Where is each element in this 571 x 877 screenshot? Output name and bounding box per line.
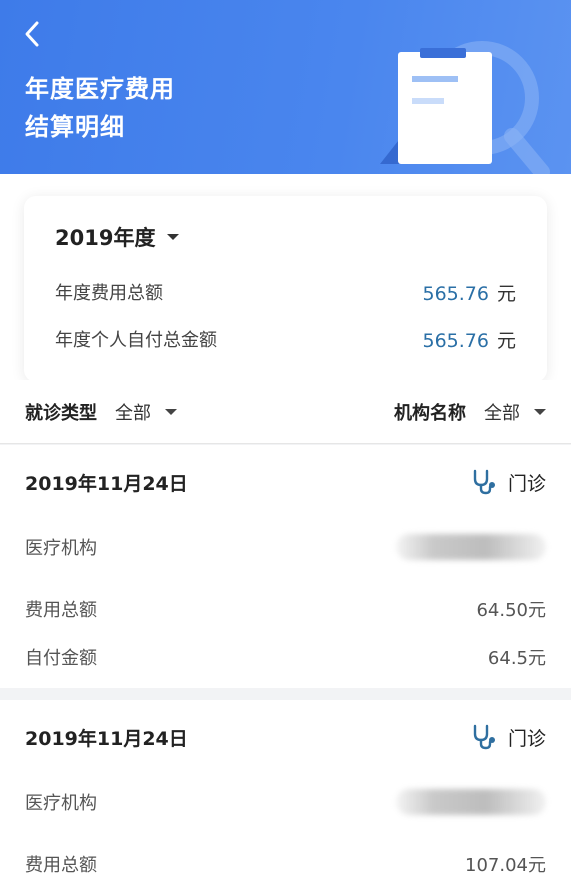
visit-type-filter-label: 就诊类型 [25, 402, 97, 424]
chevron-left-icon [25, 21, 39, 47]
visit-type-dropdown-value: 全部 [115, 402, 151, 424]
institution-dropdown-value: 全部 [484, 402, 520, 424]
visit-type-tag: 门诊 [470, 468, 546, 496]
institution-label: 医疗机构 [25, 538, 97, 559]
institution-label: 医疗机构 [25, 793, 97, 814]
record-total-value: 107.04元 [465, 855, 546, 876]
record-header: 2019年11月24日 门诊 [25, 445, 546, 519]
caret-down-icon [167, 234, 180, 240]
institution-name-redacted [396, 534, 546, 560]
annual-self-pay-value: 565.76 元 [423, 326, 517, 353]
record-self-pay-label: 自付金额 [25, 648, 97, 669]
page-header: 年度医疗费用 结算明细 [0, 0, 571, 174]
institution-name-redacted [396, 789, 546, 815]
record-date: 2019年11月24日 [25, 472, 188, 495]
institution-dropdown[interactable]: 全部 [484, 399, 546, 425]
visit-type-tag: 门诊 [470, 723, 546, 751]
record-self-pay-value: 64.5元 [487, 648, 546, 669]
institution-filter: 机构名称 全部 [394, 399, 546, 425]
annual-total-label: 年度费用总额 [55, 283, 163, 304]
record-card[interactable]: 2019年11月24日 门诊 医疗机构 费用总额 107.04元 [0, 700, 571, 877]
year-label: 2019年度 [55, 226, 156, 250]
record-institution-row: 医疗机构 [25, 774, 546, 830]
document-search-illustration [380, 41, 550, 174]
record-total-row: 费用总额 64.50元 [25, 585, 546, 633]
annual-total-row: 年度费用总额 565.76 元 [55, 278, 516, 306]
record-total-row: 费用总额 107.04元 [25, 840, 546, 877]
record-total-label: 费用总额 [25, 600, 97, 621]
record-institution-row: 医疗机构 [25, 519, 546, 575]
title-line-1: 年度医疗费用 [25, 75, 175, 103]
annual-total-value: 565.76 元 [423, 279, 517, 306]
back-button[interactable] [14, 16, 50, 52]
record-header: 2019年11月24日 门诊 [25, 700, 546, 774]
annual-self-pay-amount: 565.76 [422, 329, 489, 352]
stethoscope-icon [473, 469, 495, 495]
year-selector[interactable]: 2019年度 [55, 222, 180, 252]
visit-type-dropdown[interactable]: 全部 [115, 399, 177, 425]
visit-type-label: 门诊 [507, 727, 546, 750]
title-line-2: 结算明细 [25, 113, 125, 141]
record-total-value: 64.50元 [476, 600, 546, 621]
record-self-pay-row: 自付金额 64.5元 [25, 633, 546, 681]
annual-total-amount: 565.76 [422, 282, 489, 305]
summary-card: 2019年度 年度费用总额 565.76 元 年度个人自付总金额 565.76 元 [24, 196, 547, 382]
annual-self-pay-unit: 元 [496, 329, 516, 352]
institution-filter-label: 机构名称 [394, 402, 466, 424]
annual-self-pay-row: 年度个人自付总金额 565.76 元 [55, 325, 516, 353]
record-date: 2019年11月24日 [25, 727, 188, 750]
filter-bar: 就诊类型 全部 机构名称 全部 [0, 380, 571, 444]
page-title: 年度医疗费用 结算明细 [25, 70, 175, 146]
caret-down-icon [534, 408, 546, 415]
caret-down-icon [165, 408, 177, 415]
annual-total-unit: 元 [496, 282, 516, 305]
annual-self-pay-label: 年度个人自付总金额 [55, 330, 217, 351]
record-total-label: 费用总额 [25, 855, 97, 876]
visit-type-label: 门诊 [507, 472, 546, 495]
stethoscope-icon [473, 724, 495, 750]
record-card[interactable]: 2019年11月24日 门诊 医疗机构 费用总额 64.50元 自付金额 64.… [0, 445, 571, 688]
visit-type-filter: 就诊类型 全部 [25, 399, 177, 425]
